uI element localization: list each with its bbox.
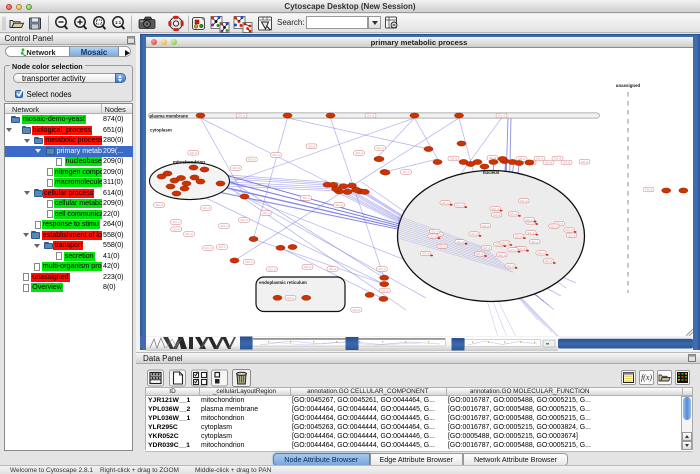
svg-text:GO:-d: GO:-d [491, 206, 499, 210]
svg-text:nucleus: nucleus [482, 170, 499, 175]
svg-text:GO:-d: GO:-d [366, 113, 374, 117]
svg-text:GO:-d: GO:-d [501, 241, 509, 245]
svg-text:endoplasmic reticulum: endoplasmic reticulum [259, 280, 307, 285]
svg-text:GO:-d: GO:-d [378, 267, 386, 271]
svg-text:GO:-d: GO:-d [172, 227, 180, 231]
svg-text:plasma membrane: plasma membrane [149, 113, 188, 118]
svg-text:GO:-d: GO:-d [644, 187, 652, 191]
svg-text:GO:-d: GO:-d [565, 228, 573, 232]
svg-text:GO:-d: GO:-d [218, 245, 226, 249]
svg-text:GO:-d: GO:-d [303, 265, 311, 269]
svg-text:GO:-d: GO:-d [514, 234, 522, 238]
svg-text:GO:-d: GO:-d [441, 201, 449, 205]
svg-text:unassigned: unassigned [615, 83, 640, 88]
svg-text:GO:-d: GO:-d [431, 229, 439, 233]
svg-text:GO:-d: GO:-d [232, 166, 240, 170]
svg-text:GO:-d: GO:-d [262, 211, 270, 215]
svg-text:GO:-d: GO:-d [335, 203, 343, 207]
svg-text:GO:-d: GO:-d [517, 246, 525, 250]
svg-text:GO:-d: GO:-d [248, 157, 256, 161]
svg-text:GO:-d: GO:-d [438, 244, 446, 248]
svg-text:GO:-d: GO:-d [402, 170, 410, 174]
svg-text:GO:-d: GO:-d [272, 153, 280, 157]
svg-text:GO:-d: GO:-d [456, 240, 464, 244]
svg-text:GO:-d: GO:-d [381, 288, 389, 292]
svg-text:GO:-d: GO:-d [527, 230, 535, 234]
svg-text:GO:-d: GO:-d [470, 232, 478, 236]
svg-text:GO:-d: GO:-d [544, 160, 552, 164]
svg-text:GO:-d: GO:-d [307, 144, 315, 148]
svg-text:GO:-d: GO:-d [237, 113, 245, 117]
svg-text:GO:-d: GO:-d [376, 146, 384, 150]
svg-text:GO:-d: GO:-d [537, 251, 545, 255]
svg-text:GO:-d: GO:-d [497, 113, 505, 117]
svg-text:GO:-d: GO:-d [580, 159, 588, 163]
svg-text:GO:-d: GO:-d [506, 264, 514, 268]
svg-text:GO:-d: GO:-d [449, 156, 457, 160]
svg-text:cytoplasm: cytoplasm [150, 127, 172, 132]
svg-text:GO:-d: GO:-d [268, 267, 276, 271]
svg-text:GO:-d: GO:-d [544, 259, 552, 263]
svg-text:GO:-d: GO:-d [328, 267, 336, 271]
svg-text:mitochondrion: mitochondrion [172, 159, 204, 164]
svg-text:GO:-d: GO:-d [429, 234, 437, 238]
svg-text:GO:-d: GO:-d [202, 206, 210, 210]
svg-text:GO:-d: GO:-d [475, 252, 483, 256]
svg-text:1:1: 1:1 [115, 20, 122, 25]
svg-text:GO:-d: GO:-d [483, 246, 491, 250]
svg-text:GO:-d: GO:-d [240, 218, 248, 222]
svg-text:GO:-d: GO:-d [509, 212, 517, 216]
svg-text:GO:-d: GO:-d [498, 253, 506, 257]
svg-text:GO:-d: GO:-d [568, 233, 576, 237]
svg-text:GO:-d: GO:-d [220, 224, 228, 228]
svg-text:GO:-d: GO:-d [302, 196, 310, 200]
svg-text:GO:-d: GO:-d [422, 251, 430, 255]
svg-text:GO:-d: GO:-d [352, 308, 360, 312]
svg-text:GO:-d: GO:-d [535, 156, 543, 160]
svg-text:GO:-d: GO:-d [185, 232, 193, 236]
svg-text:GO:-d: GO:-d [481, 223, 489, 227]
svg-text:GO:-d: GO:-d [189, 151, 197, 155]
svg-text:GO:-d: GO:-d [204, 246, 212, 250]
svg-text:GO:-d: GO:-d [509, 248, 517, 252]
svg-text:GO:-d: GO:-d [493, 213, 501, 217]
svg-text:GO:-d: GO:-d [355, 151, 363, 155]
svg-text:GO:-d: GO:-d [520, 199, 528, 203]
svg-text:GO:-d: GO:-d [553, 156, 561, 160]
svg-text:GO:-d: GO:-d [245, 260, 253, 264]
svg-text:GO:-d: GO:-d [155, 203, 163, 207]
svg-text:GO:-d: GO:-d [525, 217, 533, 221]
svg-text:GO:-d: GO:-d [172, 220, 180, 224]
svg-text:GO:-d: GO:-d [550, 224, 558, 228]
svg-text:GO:-d: GO:-d [562, 160, 570, 164]
svg-text:GO:-d: GO:-d [531, 239, 539, 243]
svg-text:GO:-d: GO:-d [286, 296, 294, 300]
svg-text:GO:-d: GO:-d [456, 203, 464, 207]
